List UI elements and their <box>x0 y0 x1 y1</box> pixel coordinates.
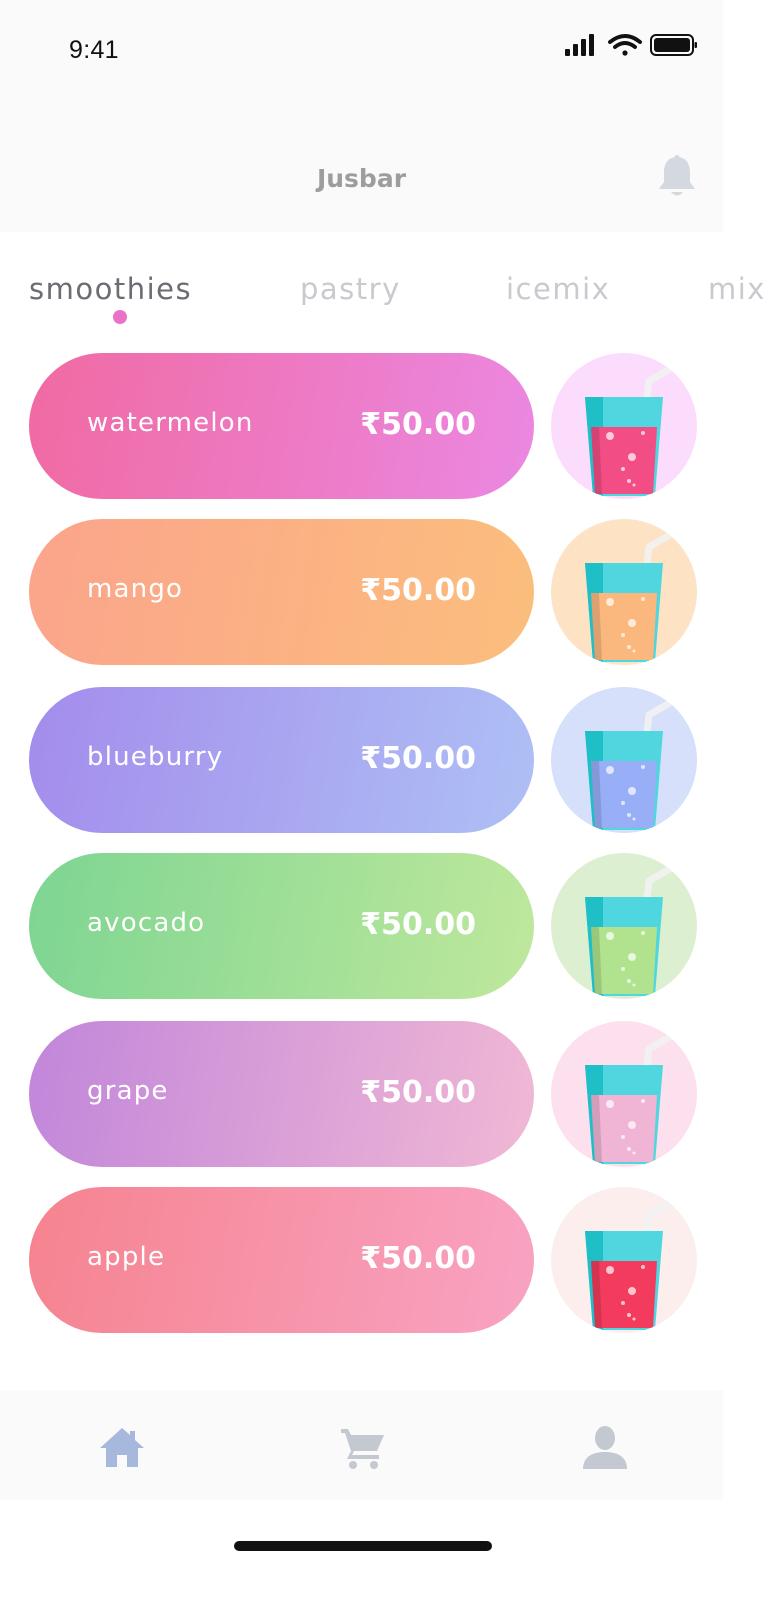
product-card-apple[interactable]: apple ₹50.00 <box>29 1187 534 1333</box>
product-name: grape <box>87 1076 169 1106</box>
status-icons <box>565 34 697 56</box>
home-icon[interactable] <box>97 1425 147 1470</box>
product-card-mango[interactable]: mango ₹50.00 <box>29 519 534 665</box>
product-card-watermelon[interactable]: watermelon ₹50.00 <box>29 353 534 499</box>
list-item: blueburry ₹50.00 <box>29 687 697 833</box>
product-thumbnail[interactable] <box>551 353 697 499</box>
juice-glass-icon <box>585 353 694 496</box>
product-price: ₹50.00 <box>360 741 476 776</box>
product-price: ₹50.00 <box>360 1241 476 1276</box>
tab-smoothies[interactable]: smoothies <box>29 272 192 306</box>
product-name: mango <box>87 574 184 604</box>
product-thumbnail[interactable] <box>551 1187 697 1333</box>
product-price: ₹50.00 <box>360 407 476 442</box>
juice-glass-icon <box>585 1021 694 1164</box>
list-item: mango ₹50.00 <box>29 519 697 665</box>
list-item: apple ₹50.00 <box>29 1187 697 1333</box>
list-item: watermelon ₹50.00 <box>29 353 697 499</box>
bottom-navigation <box>0 1390 723 1500</box>
product-thumbnail[interactable] <box>551 519 697 665</box>
bell-icon[interactable] <box>656 154 698 200</box>
top-app-bar: 9:41 Jusbar <box>0 0 723 232</box>
product-thumbnail[interactable] <box>551 853 697 999</box>
product-thumbnail[interactable] <box>551 1021 697 1167</box>
product-price: ₹50.00 <box>360 907 476 942</box>
product-price: ₹50.00 <box>360 573 476 608</box>
tab-pastry[interactable]: pastry <box>300 272 401 306</box>
juice-glass-icon <box>585 519 694 662</box>
product-price: ₹50.00 <box>360 1075 476 1110</box>
juice-glass-icon <box>585 1187 694 1330</box>
product-name: watermelon <box>87 408 254 438</box>
tab-mix[interactable]: mix <box>708 272 766 306</box>
product-name: apple <box>87 1242 166 1272</box>
cart-icon[interactable] <box>338 1425 388 1470</box>
active-tab-indicator <box>113 310 127 324</box>
juice-glass-icon <box>585 687 694 830</box>
tab-icemix[interactable]: icemix <box>506 272 610 306</box>
home-indicator <box>234 1541 492 1551</box>
status-time: 9:41 <box>69 36 119 64</box>
juice-glass-icon <box>585 853 694 996</box>
product-name: blueburry <box>87 742 224 772</box>
wifi-icon <box>608 34 642 56</box>
list-item: avocado ₹50.00 <box>29 853 697 999</box>
product-thumbnail[interactable] <box>551 687 697 833</box>
list-item: grape ₹50.00 <box>29 1021 697 1167</box>
product-card-avocado[interactable]: avocado ₹50.00 <box>29 853 534 999</box>
app-title: Jusbar <box>316 164 407 193</box>
battery-icon <box>650 34 697 56</box>
product-card-grape[interactable]: grape ₹50.00 <box>29 1021 534 1167</box>
profile-icon[interactable] <box>580 1425 630 1470</box>
product-name: avocado <box>87 908 206 938</box>
product-card-blueburry[interactable]: blueburry ₹50.00 <box>29 687 534 833</box>
signal-icon <box>565 34 594 56</box>
